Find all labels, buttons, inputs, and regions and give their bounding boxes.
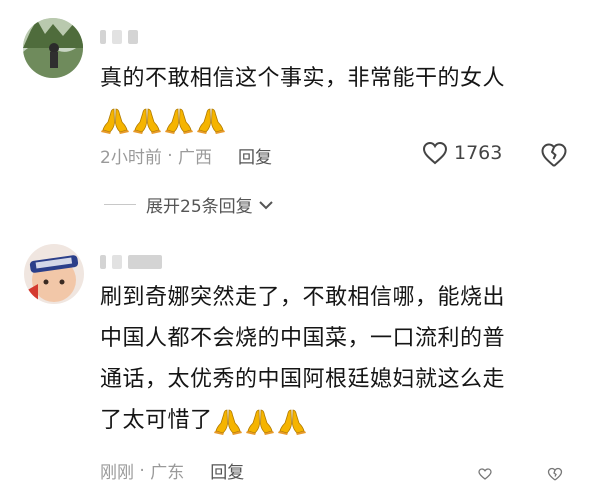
comment-line: 了太可惜了 [100, 408, 213, 433]
username[interactable] [100, 30, 144, 44]
blurred-name [128, 30, 138, 44]
comment-meta: 刚刚 · 广东 回复 [100, 458, 244, 484]
broken-heart-icon [541, 143, 567, 167]
comment-line: 真的不敢相信这个事实，非常能干的女人 [100, 66, 506, 91]
comment-line: 中国人都不会烧的中国菜，一口流利的普 [100, 326, 506, 351]
heart-outline-icon[interactable] [478, 468, 492, 480]
comment-line: 刷到奇娜突然走了，不敢相信哪，能烧出 [100, 285, 506, 310]
comment-text: 刷到奇娜突然走了，不敢相信哪，能烧出 中国人都不会烧的中国菜，一口流利的普 通话… [100, 277, 570, 441]
folded-hands-emoji-icon [197, 108, 225, 134]
meta-separator: · [161, 145, 179, 166]
blurred-name [100, 255, 106, 269]
comment-text: 真的不敢相信这个事实，非常能干的女人 [100, 58, 570, 140]
broken-heart-icon[interactable] [547, 467, 563, 481]
folded-hands-emoji-icon [213, 409, 242, 435]
expand-replies-button[interactable]: 展开25条回复 [104, 192, 275, 217]
blurred-name [112, 30, 122, 44]
dislike-button[interactable] [540, 142, 568, 172]
folded-hands-emoji-icon [245, 409, 274, 435]
folded-hands-emoji-icon [133, 108, 161, 134]
reply-button[interactable]: 回复 [238, 143, 272, 168]
heart-outline-icon [422, 141, 448, 165]
avatar[interactable] [23, 18, 83, 78]
location: 广西 [178, 148, 213, 168]
folded-hands-emoji-icon [101, 108, 129, 134]
location: 广东 [150, 463, 185, 483]
blurred-name [128, 255, 162, 269]
comment-meta: 2小时前 · 广西 回复 [100, 143, 272, 169]
timestamp: 2小时前 [100, 148, 162, 168]
avatar[interactable] [24, 244, 84, 304]
emoji-group [100, 106, 226, 134]
reply-button[interactable]: 回复 [210, 458, 244, 483]
meta-separator: · [134, 460, 151, 481]
emoji-group [213, 407, 307, 435]
folded-hands-emoji-icon [277, 409, 306, 435]
comment-item: 真的不敢相信这个事实，非常能干的女人 2小时前 · 广西 回复 1763 展开2… [0, 0, 600, 230]
comment-item: 刷到奇娜突然走了，不敢相信哪，能烧出 中国人都不会烧的中国菜，一口流利的普 通话… [0, 230, 600, 485]
expand-label: 展开25条回复 [146, 197, 253, 217]
like-count: 1763 [454, 142, 503, 164]
username[interactable] [100, 255, 168, 269]
folded-hands-emoji-icon [165, 108, 193, 134]
like-button[interactable]: 1763 [422, 141, 502, 165]
timestamp: 刚刚 [100, 463, 134, 483]
comment-line: 通话，太优秀的中国阿根廷媳妇就这么走 [100, 367, 506, 392]
chevron-down-icon [258, 200, 273, 209]
divider-line [104, 204, 136, 205]
blurred-name [100, 30, 106, 44]
blurred-name [112, 255, 122, 269]
